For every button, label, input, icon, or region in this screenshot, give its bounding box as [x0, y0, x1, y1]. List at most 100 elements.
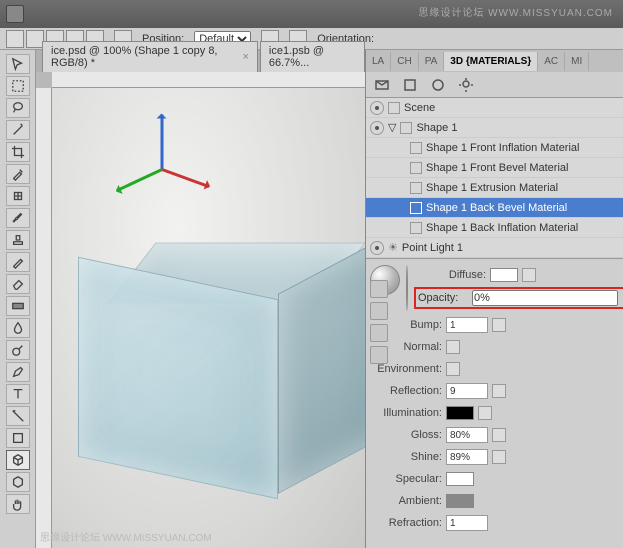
- tree-label: Shape 1: [416, 122, 457, 134]
- ambient-swatch[interactable]: [446, 494, 474, 508]
- tree-row-light[interactable]: ☀Point Light 1: [366, 238, 623, 258]
- axis-x-icon[interactable]: [161, 168, 209, 188]
- stamp-tool[interactable]: [6, 230, 30, 250]
- gloss-input[interactable]: [446, 427, 488, 443]
- material-icon: [410, 202, 422, 214]
- panel-tab[interactable]: LA: [366, 52, 391, 71]
- texture-menu-icon[interactable]: [522, 268, 536, 282]
- shine-input[interactable]: [446, 449, 488, 465]
- eyedropper-tool[interactable]: [6, 164, 30, 184]
- refraction-input[interactable]: [446, 515, 488, 531]
- panel-tab[interactable]: CH: [391, 52, 418, 71]
- texture-menu-icon[interactable]: [446, 340, 460, 354]
- brush-tool[interactable]: [6, 208, 30, 228]
- prop-label: Refraction:: [370, 517, 442, 529]
- app-menubar: 思缘设计论坛 WWW.MISSYUAN.COM: [0, 0, 623, 28]
- bump-input[interactable]: [446, 317, 488, 333]
- path-tool[interactable]: [6, 406, 30, 426]
- panel-tab[interactable]: PA: [419, 52, 445, 71]
- mesh-icon: [400, 122, 412, 134]
- document-tab[interactable]: ice1.psb @ 66.7%...: [260, 41, 365, 72]
- tree-row-shape[interactable]: ▽ Shape 1: [366, 118, 623, 138]
- chevron-down-icon[interactable]: ▽: [388, 121, 396, 134]
- axis-z-icon[interactable]: [161, 115, 164, 170]
- blur-tool[interactable]: [6, 318, 30, 338]
- ice-cube-object[interactable]: [92, 218, 365, 518]
- gradient-tool[interactable]: [6, 296, 30, 316]
- prop-label: Ambient:: [370, 495, 442, 507]
- material-icon: [410, 142, 422, 154]
- tree-row-material-selected[interactable]: Shape 1 Back Bevel Material: [366, 198, 623, 218]
- 3d-mode-icon[interactable]: [6, 30, 24, 48]
- material-icon: [410, 222, 422, 234]
- marquee-tool[interactable]: [6, 76, 30, 96]
- prop-label: Opacity:: [418, 292, 468, 304]
- collapsed-panel-icon[interactable]: [370, 324, 388, 342]
- tree-label: Point Light 1: [402, 242, 463, 254]
- wand-tool[interactable]: [6, 120, 30, 140]
- specular-swatch[interactable]: [446, 472, 474, 486]
- tree-label: Scene: [404, 102, 435, 114]
- filter-lights-icon[interactable]: [456, 76, 476, 94]
- document-area: ice.psd @ 100% (Shape 1 copy 8, RGB/8) *…: [36, 50, 365, 548]
- hand-tool[interactable]: [6, 494, 30, 514]
- tree-row-scene[interactable]: Scene: [366, 98, 623, 118]
- shape-tool[interactable]: [6, 428, 30, 448]
- prop-label: Specular:: [370, 473, 442, 485]
- watermark-top: 思缘设计论坛 WWW.MISSYUAN.COM: [418, 4, 613, 19]
- reflection-input[interactable]: [446, 383, 488, 399]
- tree-row-material[interactable]: Shape 1 Front Inflation Material: [366, 138, 623, 158]
- eye-icon[interactable]: [370, 241, 384, 255]
- texture-menu-icon[interactable]: [492, 450, 506, 464]
- 3d-object-tool[interactable]: [6, 450, 30, 470]
- heal-tool[interactable]: [6, 186, 30, 206]
- lasso-tool[interactable]: [6, 98, 30, 118]
- texture-menu-icon[interactable]: [446, 362, 460, 376]
- pen-tool[interactable]: [6, 362, 30, 382]
- dodge-tool[interactable]: [6, 340, 30, 360]
- history-brush-tool[interactable]: [6, 252, 30, 272]
- panel-tab[interactable]: AC: [538, 52, 565, 71]
- eye-icon[interactable]: [370, 121, 384, 135]
- eraser-tool[interactable]: [6, 274, 30, 294]
- texture-menu-icon[interactable]: [492, 318, 506, 332]
- collapsed-panel-icon[interactable]: [370, 280, 388, 298]
- opacity-input[interactable]: [472, 290, 618, 306]
- texture-menu-icon[interactable]: [492, 428, 506, 442]
- eye-icon[interactable]: [370, 101, 384, 115]
- diffuse-swatch[interactable]: [490, 268, 518, 282]
- opacity-highlight: Opacity:: [414, 287, 623, 309]
- type-tool[interactable]: [6, 384, 30, 404]
- document-tab[interactable]: ice.psd @ 100% (Shape 1 copy 8, RGB/8) *…: [42, 41, 258, 72]
- panel-tab-3d-materials[interactable]: 3D {MATERIALS}: [444, 52, 538, 71]
- prop-label: Diffuse:: [414, 269, 486, 281]
- texture-menu-icon[interactable]: [478, 406, 492, 420]
- 3d-camera-tool[interactable]: [6, 472, 30, 492]
- texture-menu-icon[interactable]: [492, 384, 506, 398]
- tree-row-material[interactable]: Shape 1 Extrusion Material: [366, 178, 623, 198]
- crop-tool[interactable]: [6, 142, 30, 162]
- filter-scene-icon[interactable]: [372, 76, 392, 94]
- filter-meshes-icon[interactable]: [400, 76, 420, 94]
- panel-tab[interactable]: MI: [565, 52, 589, 71]
- move-tool[interactable]: [6, 54, 30, 74]
- material-properties: Diffuse: Opacity: Bump: Normal: Environm…: [366, 259, 623, 548]
- material-preview-sphere[interactable]: [406, 265, 408, 311]
- tree-label: Shape 1 Back Inflation Material: [426, 222, 578, 234]
- collapsed-panel-icon[interactable]: [370, 302, 388, 320]
- 3d-viewport[interactable]: [52, 88, 365, 548]
- filter-materials-icon[interactable]: [428, 76, 448, 94]
- cube-face-front: [78, 257, 278, 500]
- 3d-filter-bar: [366, 72, 623, 98]
- ruler-vertical: [36, 88, 52, 548]
- prop-label: Shine:: [370, 451, 442, 463]
- collapsed-panel-icon[interactable]: [370, 346, 388, 364]
- tree-row-material[interactable]: Shape 1 Back Inflation Material: [366, 218, 623, 238]
- watermark-bottom: 思缘设计论坛 WWW.MISSYUAN.COM: [40, 529, 212, 544]
- illumination-swatch[interactable]: [446, 406, 474, 420]
- tree-label: Shape 1 Back Bevel Material: [426, 202, 567, 214]
- tree-row-material[interactable]: Shape 1 Front Bevel Material: [366, 158, 623, 178]
- axis-y-icon[interactable]: [116, 168, 163, 192]
- close-icon[interactable]: ×: [242, 51, 248, 63]
- app-icon: [6, 5, 24, 23]
